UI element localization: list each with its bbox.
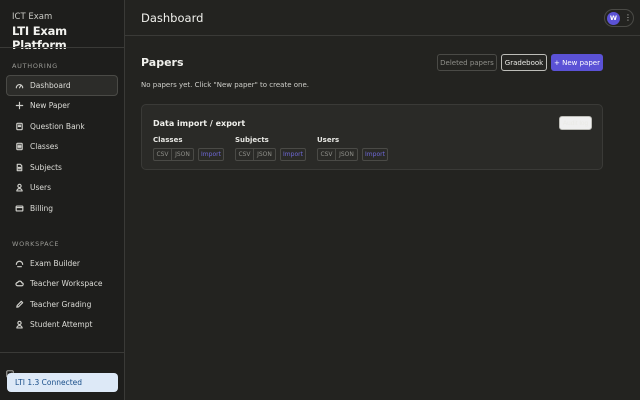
audit-log-button[interactable]: Audit log [559,116,592,130]
sidebar-item-label: Dashboard [30,80,71,90]
import-group-subjects: Subjects CSV JSON Import [235,136,306,161]
gradebook-button[interactable]: Gradebook [501,54,547,71]
brand: ICT Exam LTI Exam Platform [12,12,124,52]
sidebar-item-classes[interactable]: Classes [6,137,118,158]
export-csv-button[interactable]: CSV [153,148,172,161]
export-json-button[interactable]: JSON [336,148,358,161]
export-json-button[interactable]: JSON [254,148,276,161]
sidebar-item-label: Student Attempt [30,320,93,330]
card-title: Data import / export [153,119,246,128]
import-button[interactable]: Import [280,148,306,161]
checklist-icon[interactable] [6,363,14,378]
sidebar-item-dashboard[interactable]: Dashboard [6,75,118,96]
sidebar-item-billing[interactable]: Billing [6,198,118,219]
dashboard-icon [15,81,24,90]
cloud-icon [15,279,24,288]
book-icon [15,122,24,131]
sidebar-item-question-bank[interactable]: Question Bank [6,116,118,137]
section-title-papers: Papers [141,56,184,69]
import-group-users: Users CSV JSON Import [317,136,388,161]
list-icon [15,142,24,151]
sidebar-item-label: Question Bank [30,121,85,131]
sidebar-item-teacher-workspace[interactable]: Teacher Workspace [6,274,118,295]
sidebar-item-student-attempt[interactable]: Student Attempt [6,315,118,336]
divider [0,47,124,48]
card-icon [15,204,24,213]
sidebar-item-label: Exam Builder [30,258,80,268]
top-header: Dashboard W ⋮ [125,0,640,36]
import-group-classes: Classes CSV JSON Import [153,136,224,161]
export-csv-button[interactable]: CSV [317,148,336,161]
authoring-nav: Dashboard New Paper Question Bank Classe… [6,75,118,219]
app-window: ICT Exam LTI Exam Platform AUTHORING Das… [0,0,640,400]
empty-state-message: No papers yet. Click "New paper" to crea… [141,81,309,89]
lti-status-badge: LTI 1.3 Connected [7,373,118,392]
pencil-icon [15,300,24,309]
new-paper-button[interactable]: + New paper [551,54,603,71]
sidebar-item-label: Teacher Grading [30,299,92,309]
import-button[interactable]: Import [362,148,388,161]
sidebar-item-new-paper[interactable]: New Paper [6,96,118,117]
sidebar-item-label: Teacher Workspace [30,279,103,289]
deleted-papers-button[interactable]: Deleted papers [437,54,497,71]
group-label: Users [317,136,340,144]
sidebar: ICT Exam LTI Exam Platform AUTHORING Das… [0,0,125,400]
sidebar-item-label: Subjects [30,162,62,172]
page-title: Dashboard [141,11,204,25]
sidebar-item-label: Classes [30,142,59,152]
export-json-button[interactable]: JSON [172,148,194,161]
sidebar-item-exam-builder[interactable]: Exam Builder [6,253,118,274]
sidebar-item-subjects[interactable]: Subjects [6,157,118,178]
group-label: Subjects [235,136,269,144]
user-icon [15,320,24,329]
user-menu-button[interactable]: W ⋮ [604,9,634,27]
import-button[interactable]: Import [198,148,224,161]
group-label: Classes [153,136,183,144]
section-label-authoring: AUTHORING [12,62,58,70]
sidebar-item-label: Users [30,183,52,193]
divider [0,352,124,353]
workspace-nav: Exam Builder Teacher Workspace Teacher G… [6,253,118,335]
plus-icon [15,101,24,110]
sparkle-icon [15,259,24,268]
avatar: W [607,11,620,25]
sidebar-item-label: New Paper [30,101,70,111]
sidebar-item-teacher-grading[interactable]: Teacher Grading [6,294,118,315]
data-import-export-card: Data import / export Audit log Classes C… [141,104,603,170]
document-icon [15,163,24,172]
brand-subtitle: ICT Exam [12,12,53,22]
more-vertical-icon: ⋮ [624,13,632,22]
export-csv-button[interactable]: CSV [235,148,254,161]
sidebar-item-label: Billing [30,203,53,213]
user-icon [15,183,24,192]
section-label-workspace: WORKSPACE [12,240,60,248]
sidebar-item-users[interactable]: Users [6,178,118,199]
